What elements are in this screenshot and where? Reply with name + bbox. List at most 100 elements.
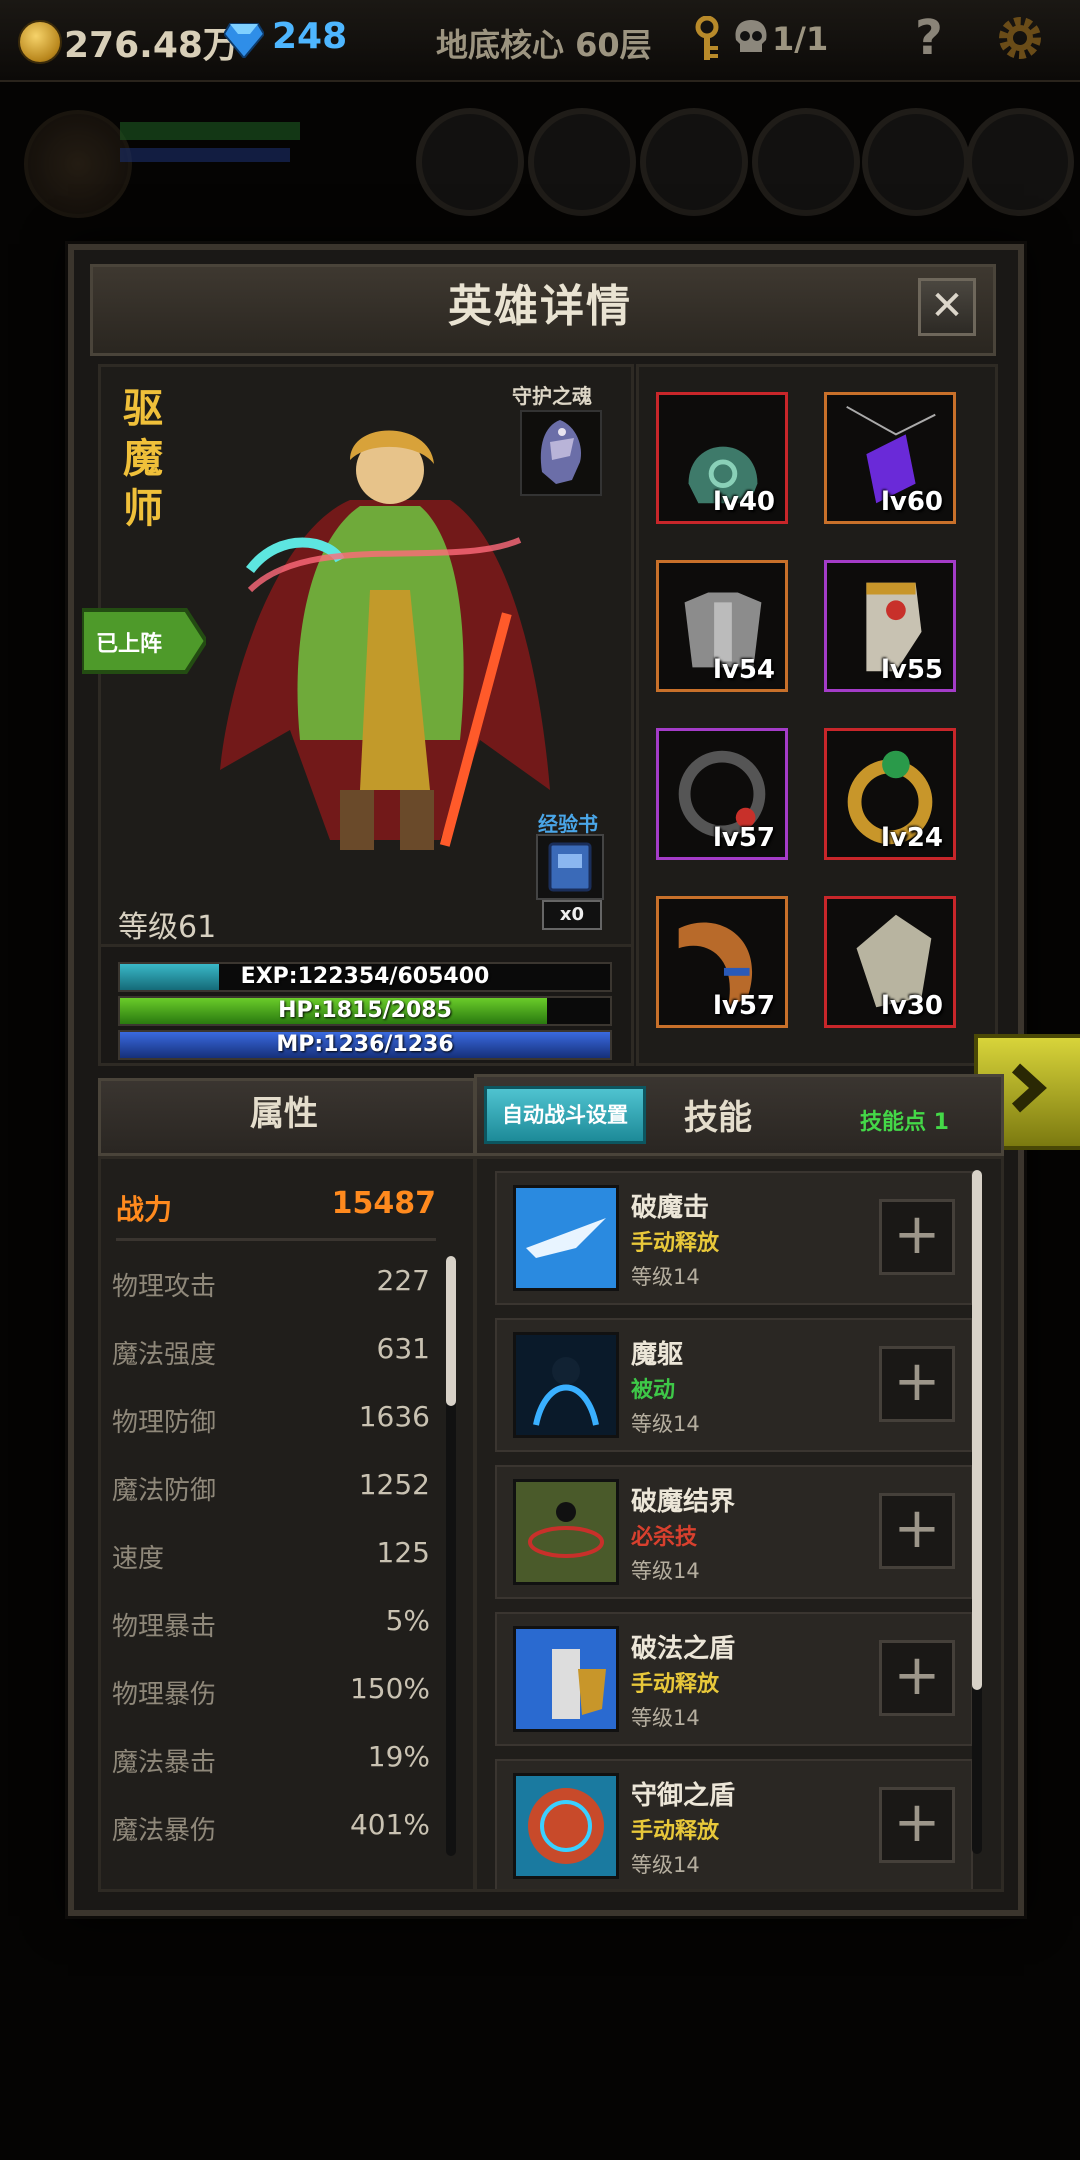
equipment-level: lv55 (880, 655, 943, 685)
barrier-icon (516, 1482, 616, 1582)
skill-level: 等级14 (631, 1559, 700, 1583)
skill-type: 必杀技 (631, 1525, 698, 1550)
gear-icon[interactable] (996, 14, 1044, 62)
key-icon[interactable] (690, 16, 724, 62)
stat-label: 魔法暴伤 (112, 1816, 217, 1846)
team-hero-hp-bar (120, 122, 300, 140)
skill-item[interactable]: 破魔结界必杀技等级14 + (495, 1465, 973, 1599)
combat-power-value: 15487 (331, 1186, 436, 1221)
help-button[interactable]: ? (915, 10, 943, 66)
equipment-slot[interactable]: lv30 (824, 896, 956, 1028)
skill-icon-frame (513, 1332, 619, 1438)
dungeon-location: 地底核心 60层 (436, 26, 652, 64)
skull-icon (735, 20, 767, 52)
skills-list: 破魔击 手动释放 等级14 + 魔躯 被动 等级14 + 破魔结界 必杀技 等级14 + 破法之盾 手动释… (474, 1156, 1004, 1892)
team-hero-mp-bar (120, 148, 290, 162)
equipment-level: lv60 (880, 487, 943, 517)
skill-icon-frame (513, 1479, 619, 1585)
skill-item[interactable]: 破法之盾手动释放等级14 + (495, 1612, 973, 1746)
equipment-slot[interactable]: lv54 (656, 560, 788, 692)
skill-name: 破魔结界 (631, 1487, 736, 1517)
stat-label: 魔法暴击 (112, 1748, 217, 1778)
stat-label: 物理攻击 (112, 1272, 217, 1302)
gem-amount: 248 (272, 16, 348, 57)
book-icon (548, 842, 592, 892)
skill-points: 技能点 1 (860, 1110, 949, 1135)
upgrade-skill-button[interactable]: + (879, 1787, 955, 1863)
close-button[interactable]: ✕ (918, 278, 976, 336)
equipment-slot[interactable]: lv40 (656, 392, 788, 524)
stat-value: 1252 (358, 1468, 430, 1501)
upgrade-skill-button[interactable]: + (879, 1640, 955, 1716)
equipment-level: lv24 (880, 823, 943, 853)
hero-level: 等级61 (118, 910, 217, 945)
stat-value: 227 (376, 1264, 430, 1297)
attributes-scroll-thumb[interactable] (446, 1256, 456, 1406)
diamond-icon (224, 23, 264, 58)
magic-body-icon (516, 1335, 616, 1435)
equipment-slot[interactable]: lv55 (824, 560, 956, 692)
skill-type: 手动释放 (631, 1672, 720, 1697)
guardian-soul-label: 守护之魂 (512, 384, 592, 408)
skill-name: 守御之盾 (631, 1781, 736, 1811)
skill-item[interactable]: 破魔击 手动释放 等级14 + (495, 1171, 973, 1305)
bg-equip-slot (640, 108, 748, 216)
equipment-level: lv54 (712, 655, 775, 685)
stat-label: 魔法强度 (112, 1340, 217, 1370)
equipment-slot[interactable]: lv60 (824, 392, 956, 524)
stat-value: 1636 (358, 1400, 430, 1433)
combat-power-label: 战力 (116, 1193, 173, 1226)
stat-label: 速度 (112, 1544, 165, 1574)
skill-item[interactable]: 魔躯 被动 等级14 + (495, 1318, 973, 1452)
stat-value: 401% (349, 1808, 430, 1841)
exp-text: EXP:122354/605400 (240, 964, 490, 989)
skill-type: 手动释放 (631, 1819, 720, 1844)
mp-bar: MP:1236/1236 (118, 1030, 612, 1060)
divider (116, 1238, 436, 1241)
hp-text: HP:1815/2085 (278, 998, 452, 1023)
bg-equip-slot (862, 108, 970, 216)
upgrade-skill-button[interactable]: + (879, 1493, 955, 1569)
upgrade-skill-button[interactable]: + (879, 1346, 955, 1422)
stat-label: 物理暴伤 (112, 1680, 217, 1710)
skills-tab[interactable]: 技能 (684, 1090, 752, 1139)
knight-shield-icon (516, 1629, 616, 1729)
equipment-slot[interactable]: lv57 (656, 896, 788, 1028)
auto-battle-settings-button[interactable]: 自动战斗设置 (484, 1086, 646, 1144)
attributes-tab[interactable]: 属性 (98, 1078, 470, 1150)
bg-equip-slot (966, 108, 1074, 216)
skill-icon-frame (513, 1185, 619, 1291)
deployed-label: 已上阵 (96, 632, 163, 657)
blade-strike-icon (516, 1188, 616, 1288)
skull-counter: 1/1 (772, 20, 829, 58)
skill-level: 等级14 (631, 1706, 700, 1730)
stat-label: 物理暴击 (112, 1612, 217, 1642)
skill-level: 等级14 (631, 1265, 700, 1289)
team-hero-portrait (24, 110, 132, 218)
hp-bar: HP:1815/2085 (118, 996, 612, 1026)
equipment-slot[interactable]: lv57 (656, 728, 788, 860)
equipment-level: lv40 (712, 487, 775, 517)
skill-type: 手动释放 (631, 1231, 720, 1256)
upgrade-skill-button[interactable]: + (879, 1199, 955, 1275)
skill-name: 魔躯 (631, 1340, 684, 1370)
exp-book-button[interactable] (536, 834, 604, 900)
skill-name: 破法之盾 (631, 1634, 736, 1664)
exp-book-count: x0 (542, 900, 602, 930)
skill-icon-frame (513, 1773, 619, 1879)
hero-class-name: 驱魔师 (123, 386, 163, 532)
gold-coin-icon (18, 20, 62, 64)
equipment-level: lv30 (880, 991, 943, 1021)
equipment-slot[interactable]: lv24 (824, 728, 956, 860)
skills-scroll-thumb[interactable] (972, 1170, 982, 1690)
round-shield-icon (516, 1776, 616, 1876)
stat-value: 5% (385, 1604, 430, 1637)
skill-level: 等级14 (631, 1412, 700, 1436)
bg-equip-slot (752, 108, 860, 216)
exp-bar: EXP:122354/605400 (118, 962, 612, 992)
stat-label: 物理防御 (112, 1408, 217, 1438)
equipment-level: lv57 (712, 823, 775, 853)
skill-item[interactable]: 守御之盾 手动释放 等级14 + (495, 1759, 973, 1889)
dialog-title: 英雄详情 (448, 281, 632, 332)
gold-amount: 276.48万 (64, 25, 239, 66)
